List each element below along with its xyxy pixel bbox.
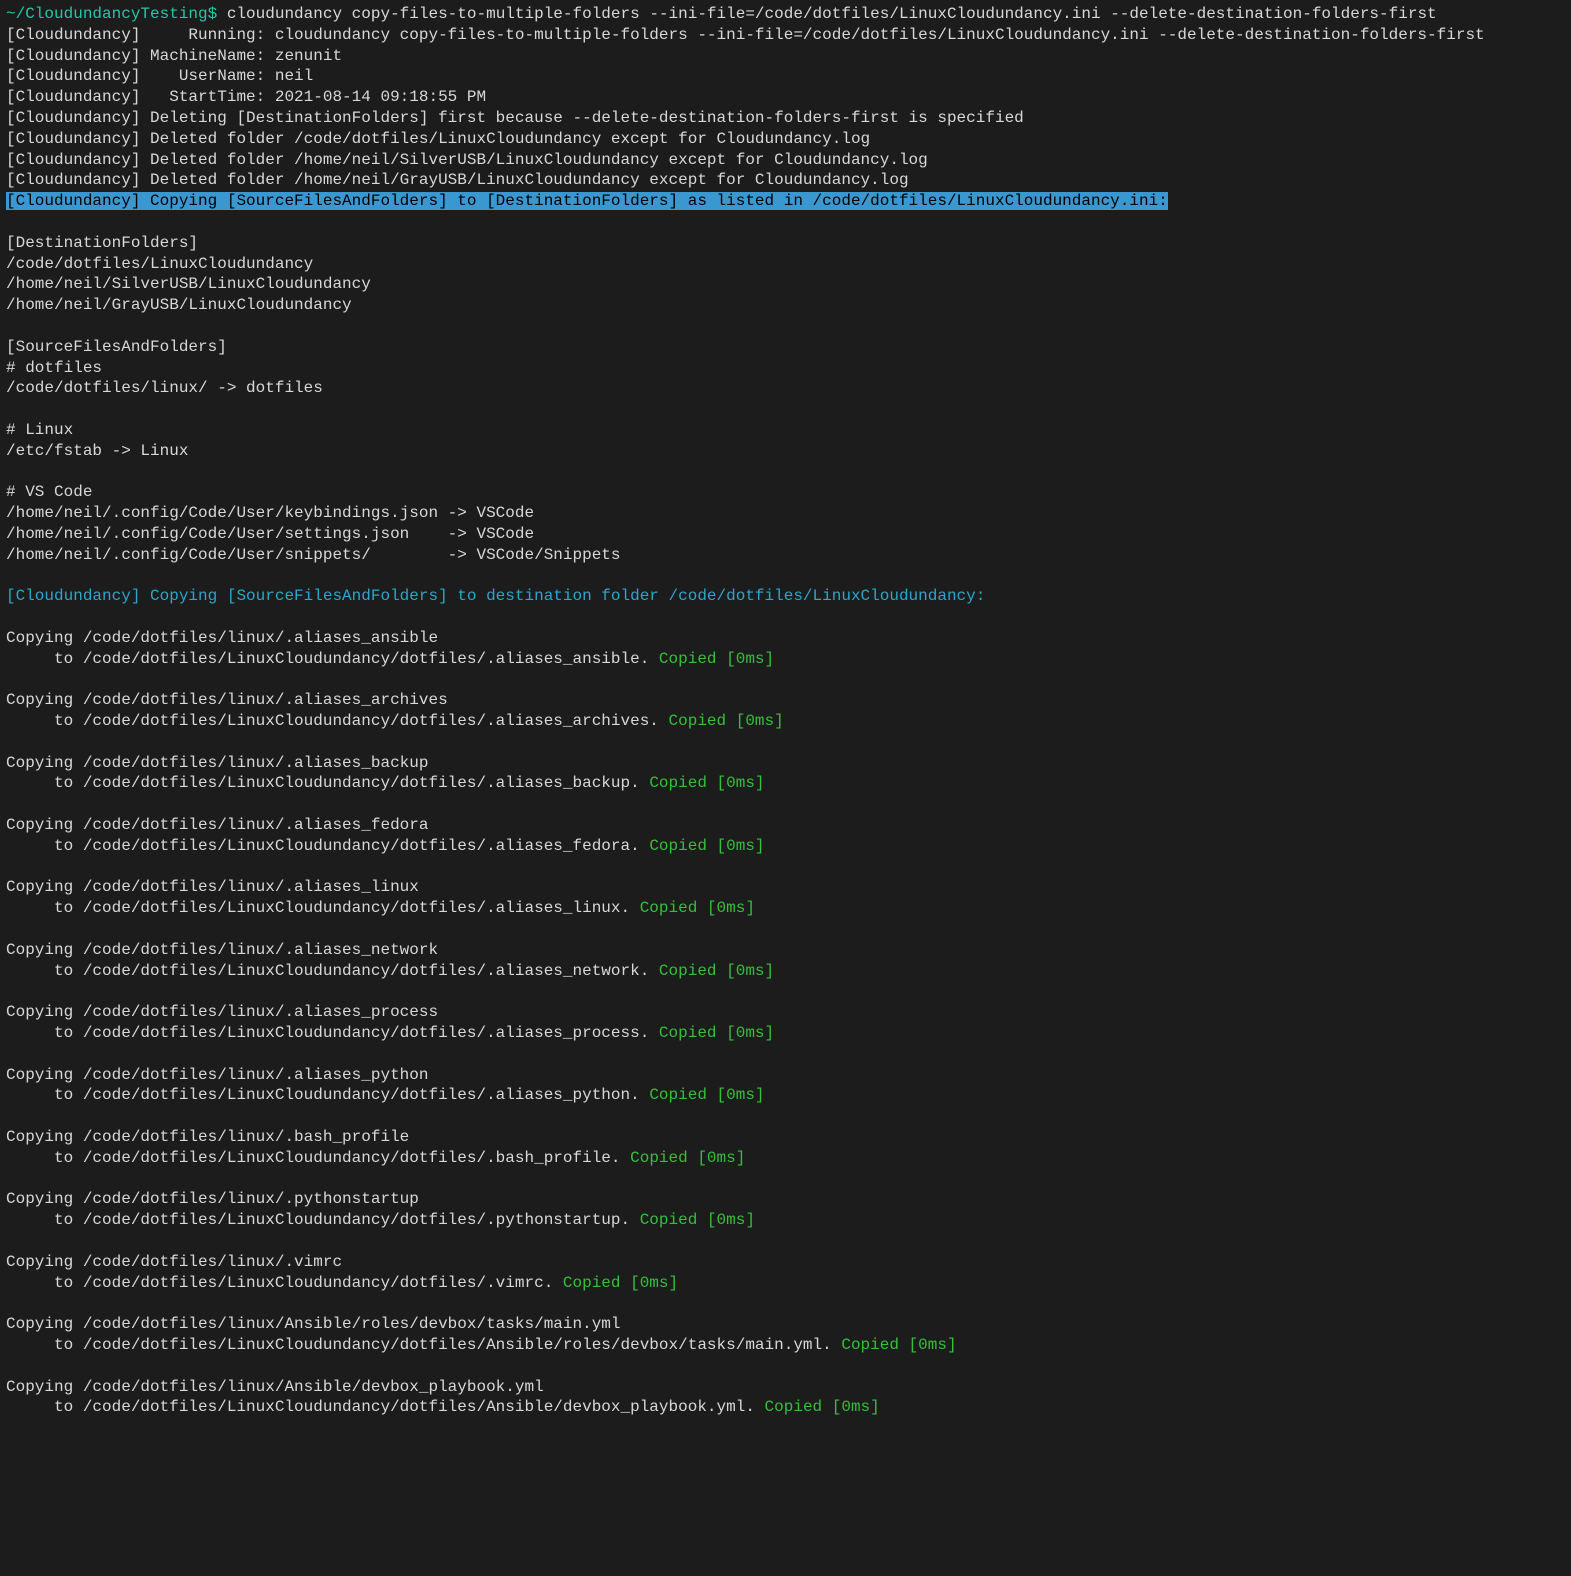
log-line: [Cloudundancy] StartTime: 2021-08-14 09:… — [6, 88, 486, 106]
copy-result: Copied [0ms] — [649, 837, 764, 855]
prompt-path: ~/CloudundancyTesting — [6, 5, 208, 23]
log-line: /home/neil/GrayUSB/LinuxCloudundancy — [6, 296, 352, 314]
log-line: /home/neil/.config/Code/User/settings.js… — [6, 525, 534, 543]
log-line: /code/dotfiles/LinuxCloudundancy — [6, 255, 313, 273]
log-highlight: [Cloudundancy] Copying [SourceFilesAndFo… — [6, 192, 1168, 210]
log-line: /etc/fstab -> Linux — [6, 442, 188, 460]
copy-list: Copying /code/dotfiles/linux/.aliases_an… — [6, 607, 1565, 1418]
log-line: [Cloudundancy] Deleted folder /home/neil… — [6, 171, 909, 189]
log-line: [Cloudundancy] UserName: neil — [6, 67, 313, 85]
terminal-output[interactable]: ~/CloudundancyTesting$ cloudundancy copy… — [0, 0, 1571, 1422]
copy-result: Copied [0ms] — [765, 1398, 880, 1416]
log-line: # VS Code — [6, 483, 92, 501]
copy-result: Copied [0ms] — [669, 712, 784, 730]
log-line: # dotfiles — [6, 359, 102, 377]
log-line: /home/neil/.config/Code/User/snippets/ -… — [6, 546, 621, 564]
copy-result: Copied [0ms] — [640, 1211, 755, 1229]
log-line: [DestinationFolders] — [6, 234, 198, 252]
copy-result: Copied [0ms] — [659, 650, 774, 668]
log-line: /home/neil/.config/Code/User/keybindings… — [6, 504, 534, 522]
log-line: [Cloudundancy] MachineName: zenunit — [6, 47, 342, 65]
copy-result: Copied [0ms] — [640, 899, 755, 917]
copy-result: Copied [0ms] — [563, 1274, 678, 1292]
copy-result: Copied [0ms] — [649, 774, 764, 792]
log-line: [Cloudundancy] Deleted folder /home/neil… — [6, 151, 928, 169]
copy-header: [Cloudundancy] Copying [SourceFilesAndFo… — [6, 587, 985, 605]
log-line: /home/neil/SilverUSB/LinuxCloudundancy — [6, 275, 371, 293]
copy-result: Copied [0ms] — [649, 1086, 764, 1104]
log-line: [SourceFilesAndFolders] — [6, 338, 227, 356]
command-text: cloudundancy copy-files-to-multiple-fold… — [227, 5, 1437, 23]
copy-result: Copied [0ms] — [659, 962, 774, 980]
log-line: [Cloudundancy] Deleting [DestinationFold… — [6, 109, 1024, 127]
log-line: # Linux — [6, 421, 73, 439]
log-line: [Cloudundancy] Deleted folder /code/dotf… — [6, 130, 870, 148]
log-line: /code/dotfiles/linux/ -> dotfiles — [6, 379, 323, 397]
copy-result: Copied [0ms] — [659, 1024, 774, 1042]
log-line: [Cloudundancy] Running: cloudundancy cop… — [6, 26, 1485, 44]
copy-result: Copied [0ms] — [841, 1336, 956, 1354]
copy-result: Copied [0ms] — [630, 1149, 745, 1167]
prompt-dollar: $ — [208, 5, 227, 23]
